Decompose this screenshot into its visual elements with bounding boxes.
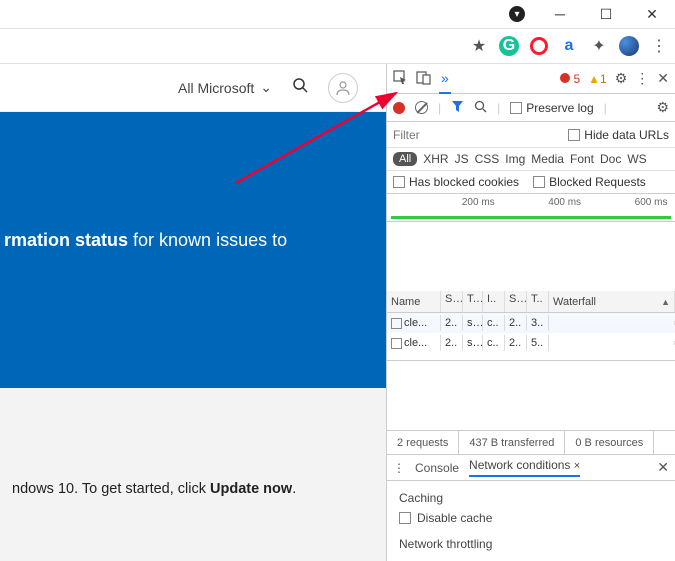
col-name[interactable]: Name bbox=[387, 291, 441, 312]
requests-table: Name S.. T.. I.. S.. T.. Waterfall▲ cle.… bbox=[387, 291, 675, 361]
profile-globe-icon[interactable] bbox=[619, 36, 639, 56]
col-size[interactable]: S.. bbox=[505, 291, 527, 312]
col-initiator[interactable]: I.. bbox=[483, 291, 505, 312]
error-indicator[interactable]: 5 bbox=[560, 72, 580, 86]
disable-cache-checkbox[interactable]: Disable cache bbox=[399, 511, 663, 525]
inspect-element-icon[interactable] bbox=[393, 70, 408, 88]
all-microsoft-label: All Microsoft bbox=[178, 80, 254, 96]
clear-button[interactable] bbox=[415, 101, 428, 114]
throttling-heading: Network throttling bbox=[399, 537, 663, 551]
resource-type-filters: All XHR JS CSS Img Media Font Doc WS bbox=[387, 148, 675, 171]
banner-text-rest: for known issues to bbox=[128, 230, 287, 250]
more-tabs-icon[interactable]: » bbox=[439, 64, 451, 94]
col-time[interactable]: T.. bbox=[527, 291, 549, 312]
all-microsoft-dropdown[interactable]: All Microsoft ⌄ bbox=[178, 79, 272, 96]
devtools-panel: » 5 ▲1 ⚙ ⋮ ✕ | | Preserve log | ⚙ bbox=[386, 64, 675, 561]
timeline-tick: 400 ms bbox=[548, 197, 581, 208]
has-blocked-cookies-checkbox[interactable]: Has blocked cookies bbox=[393, 175, 519, 189]
status-resources: 0 B resources bbox=[565, 431, 654, 454]
filter-media[interactable]: Media bbox=[531, 152, 564, 166]
site-header: All Microsoft ⌄ bbox=[0, 64, 386, 112]
timeline-tick: 600 ms bbox=[635, 197, 668, 208]
hero-banner: rmation status for known issues to bbox=[0, 112, 386, 388]
filter-input[interactable] bbox=[393, 128, 453, 142]
timeline-tick: 200 ms bbox=[462, 197, 495, 208]
close-drawer-icon[interactable]: ✕ bbox=[657, 459, 669, 476]
filter-toggle-icon[interactable] bbox=[451, 100, 464, 116]
drawer-menu-icon[interactable]: ⋮ bbox=[393, 461, 405, 475]
filter-css[interactable]: CSS bbox=[475, 152, 500, 166]
status-bar: 2 requests 437 B transferred 0 B resourc… bbox=[387, 431, 675, 455]
warning-indicator[interactable]: ▲1 bbox=[588, 72, 607, 86]
table-row[interactable]: cle... 2.. s.. c.. 2.. 3.. bbox=[387, 313, 675, 333]
extra-filters: Has blocked cookies Blocked Requests bbox=[387, 171, 675, 194]
timeline-overview[interactable]: 200 ms 400 ms 600 ms bbox=[387, 194, 675, 222]
maximize-button[interactable]: ☐ bbox=[583, 0, 629, 28]
status-requests: 2 requests bbox=[387, 431, 459, 454]
col-status[interactable]: S.. bbox=[441, 291, 463, 312]
settings-gear-icon[interactable]: ⚙ bbox=[615, 70, 628, 87]
filter-all[interactable]: All bbox=[393, 152, 417, 166]
tab-network-conditions[interactable]: Network conditions × bbox=[469, 458, 580, 477]
content-dot: . bbox=[292, 481, 296, 497]
table-row[interactable]: cle... 2.. s.. c.. 2.. 5.. bbox=[387, 333, 675, 353]
bookmark-star-icon[interactable]: ★ bbox=[469, 36, 489, 56]
page-content: All Microsoft ⌄ rmation status for known… bbox=[0, 64, 386, 561]
filter-xhr[interactable]: XHR bbox=[423, 152, 448, 166]
banner-text-bold: rmation status bbox=[4, 230, 128, 250]
content-text: ndows 10. To get started, click Update n… bbox=[12, 481, 374, 543]
table-header: Name S.. T.. I.. S.. T.. Waterfall▲ bbox=[387, 291, 675, 313]
download-indicator-icon[interactable]: ▾ bbox=[509, 6, 525, 22]
extension-icon[interactable]: a bbox=[559, 36, 579, 56]
update-now-link[interactable]: Update now bbox=[210, 481, 292, 497]
grammarly-extension-icon[interactable]: G bbox=[499, 36, 519, 56]
col-type[interactable]: T.. bbox=[463, 291, 483, 312]
devtools-tabbar: » 5 ▲1 ⚙ ⋮ ✕ bbox=[387, 64, 675, 94]
browser-toolbar: ★ G a ✦ ⋮ bbox=[0, 28, 675, 64]
minimize-button[interactable]: ─ bbox=[537, 0, 583, 28]
chevron-down-icon: ⌄ bbox=[260, 79, 272, 96]
devtools-menu-icon[interactable]: ⋮ bbox=[635, 70, 649, 87]
search-network-icon[interactable] bbox=[474, 100, 487, 116]
hide-data-urls-checkbox[interactable]: Hide data URLs bbox=[568, 128, 669, 142]
tab-console[interactable]: Console bbox=[415, 461, 459, 475]
filter-font[interactable]: Font bbox=[570, 152, 594, 166]
window-titlebar: ▾ ─ ☐ ✕ bbox=[0, 0, 675, 28]
extensions-puzzle-icon[interactable]: ✦ bbox=[589, 36, 609, 56]
content-section: ndows 10. To get started, click Update n… bbox=[0, 388, 386, 561]
network-settings-gear-icon[interactable]: ⚙ bbox=[656, 99, 669, 116]
search-icon[interactable] bbox=[292, 77, 308, 98]
filter-doc[interactable]: Doc bbox=[600, 152, 621, 166]
filter-row: Hide data URLs bbox=[387, 122, 675, 148]
account-avatar-icon[interactable] bbox=[328, 73, 358, 103]
timeline-activity bbox=[391, 216, 671, 219]
drawer-body: Caching Disable cache Network throttling bbox=[387, 481, 675, 561]
close-tab-icon[interactable]: × bbox=[574, 460, 580, 472]
content-pre: ndows 10. To get started, click bbox=[12, 481, 210, 497]
col-waterfall[interactable]: Waterfall▲ bbox=[549, 291, 675, 312]
banner-text: rmation status for known issues to bbox=[0, 228, 287, 252]
filter-js[interactable]: JS bbox=[455, 152, 469, 166]
opera-extension-icon[interactable] bbox=[529, 36, 549, 56]
browser-menu-icon[interactable]: ⋮ bbox=[649, 36, 669, 56]
network-toolbar: | | Preserve log | ⚙ bbox=[387, 94, 675, 122]
status-transferred: 437 B transferred bbox=[459, 431, 565, 454]
preserve-log-checkbox[interactable]: Preserve log bbox=[510, 101, 593, 115]
caching-heading: Caching bbox=[399, 491, 663, 505]
filter-img[interactable]: Img bbox=[505, 152, 525, 166]
device-toolbar-icon[interactable] bbox=[416, 70, 431, 88]
close-devtools-icon[interactable]: ✕ bbox=[657, 70, 669, 87]
blocked-requests-checkbox[interactable]: Blocked Requests bbox=[533, 175, 646, 189]
drawer-tabs: ⋮ Console Network conditions × ✕ bbox=[387, 455, 675, 481]
filter-ws[interactable]: WS bbox=[627, 152, 646, 166]
record-button[interactable] bbox=[393, 102, 405, 114]
close-window-button[interactable]: ✕ bbox=[629, 0, 675, 28]
